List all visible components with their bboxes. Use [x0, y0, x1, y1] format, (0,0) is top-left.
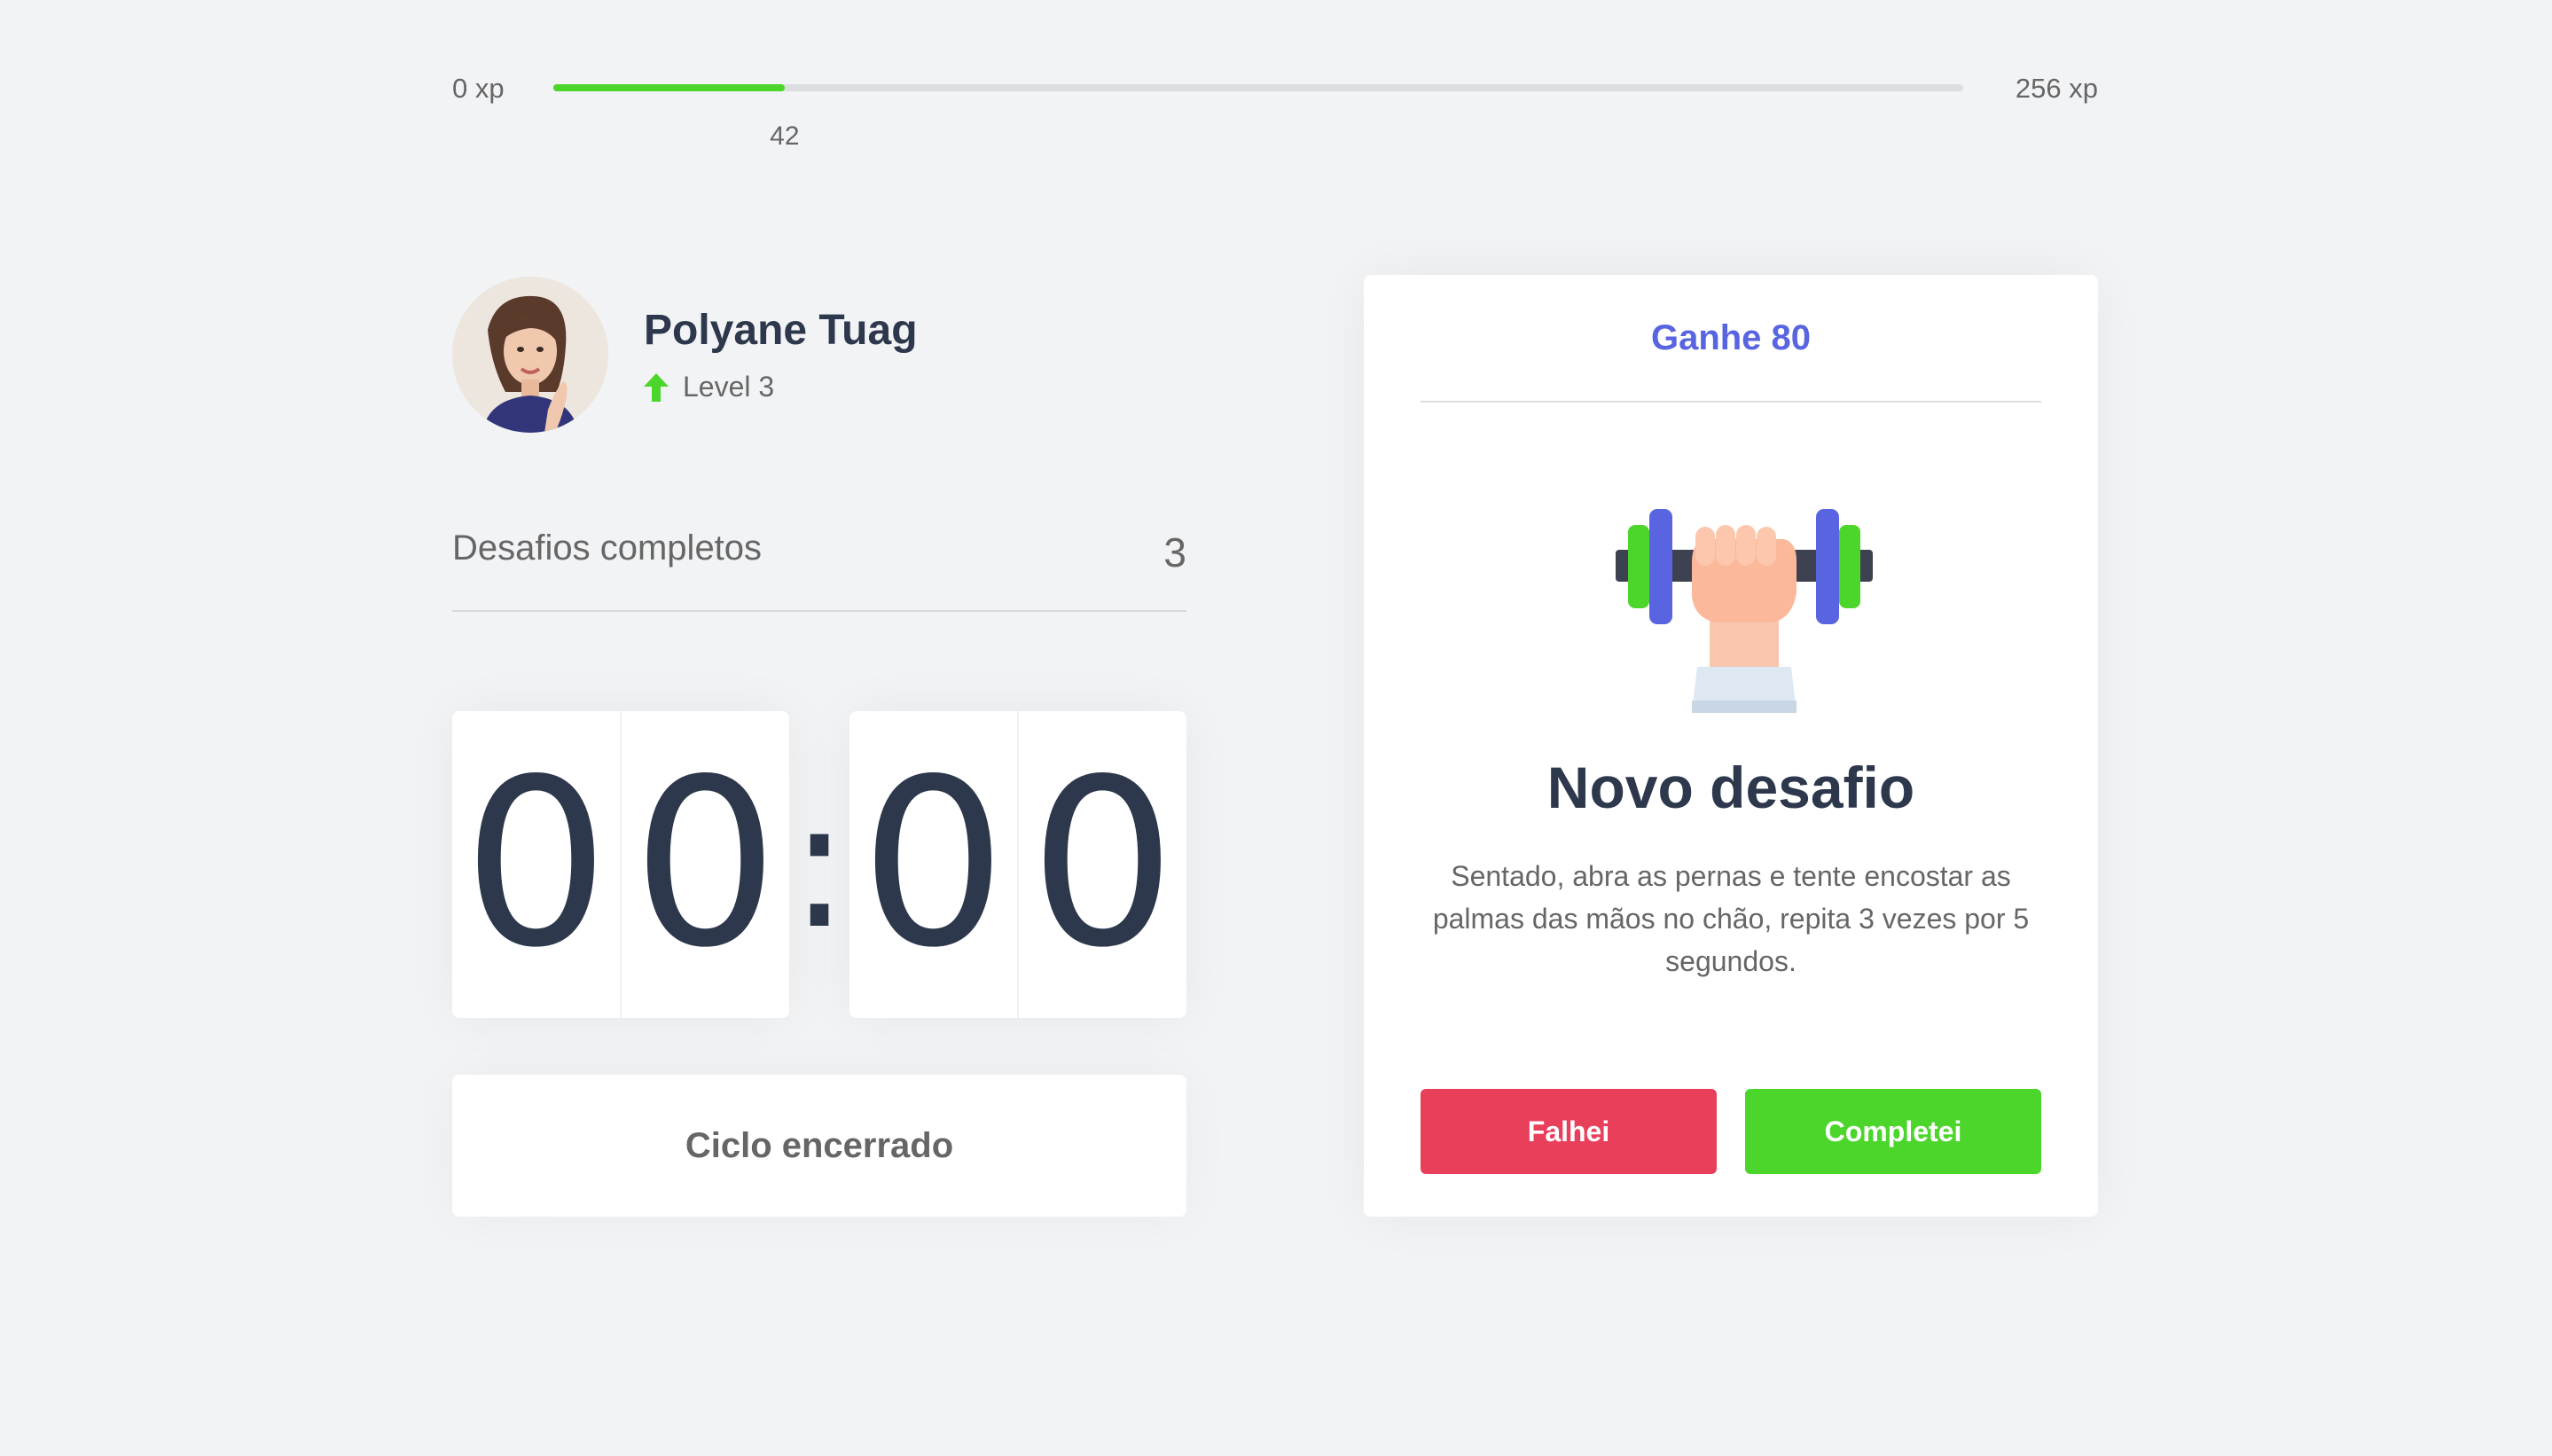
completed-challenges-count: 3 [1163, 529, 1186, 575]
countdown-seconds: 0 0 [849, 711, 1186, 1018]
minute-digit-left: 0 [462, 731, 610, 998]
failed-button[interactable]: Falhei [1421, 1089, 1717, 1174]
completed-button[interactable]: Completei [1745, 1089, 2041, 1174]
challenge-title: Novo desafio [1546, 755, 1915, 820]
challenge-reward: Ganhe 80 [1421, 275, 2041, 403]
challenge-card: Ganhe 80 Novo desafio Sentado, abra as p… [1364, 275, 2098, 1217]
level-label: Level 3 [683, 371, 775, 403]
xp-progress-fill [553, 84, 785, 91]
experience-bar: 0 xp 42 256 xp [452, 69, 2098, 151]
level-row: Level 3 [644, 371, 918, 403]
challenge-actions: Falhei Completei [1421, 1089, 2041, 1174]
minute-digit-right: 0 [620, 711, 789, 1018]
second-digit-left: 0 [859, 731, 1007, 998]
second-digit-right: 0 [1017, 711, 1186, 1018]
profile-name: Polyane Tuag [644, 307, 918, 354]
dumbbell-icon [1616, 509, 1873, 713]
challenge-description: Sentado, abra as pernas e tente encostar… [1432, 860, 2030, 977]
countdown-minutes: 0 0 [452, 711, 789, 1018]
avatar [452, 277, 608, 433]
countdown: 0 0 : 0 0 [452, 711, 1186, 1018]
cycle-ended-button[interactable]: Ciclo encerrado [452, 1075, 1186, 1217]
profile: Polyane Tuag Level 3 [452, 277, 1073, 433]
app-container: 0 xp 42 256 xp Polyane Tuag Level 3 Desa… [452, 0, 2098, 1456]
xp-progress-track: 42 [553, 84, 1963, 151]
countdown-separator: : [789, 761, 849, 968]
level-up-arrow-icon [644, 372, 669, 402]
xp-current-label: 42 [770, 121, 800, 151]
xp-min-label: 0 xp [452, 73, 505, 104]
completed-challenges-label: Desafios completos [452, 528, 763, 568]
xp-max-label: 256 xp [2015, 73, 2098, 104]
completed-challenges: Desafios completos 3 [452, 528, 1186, 612]
